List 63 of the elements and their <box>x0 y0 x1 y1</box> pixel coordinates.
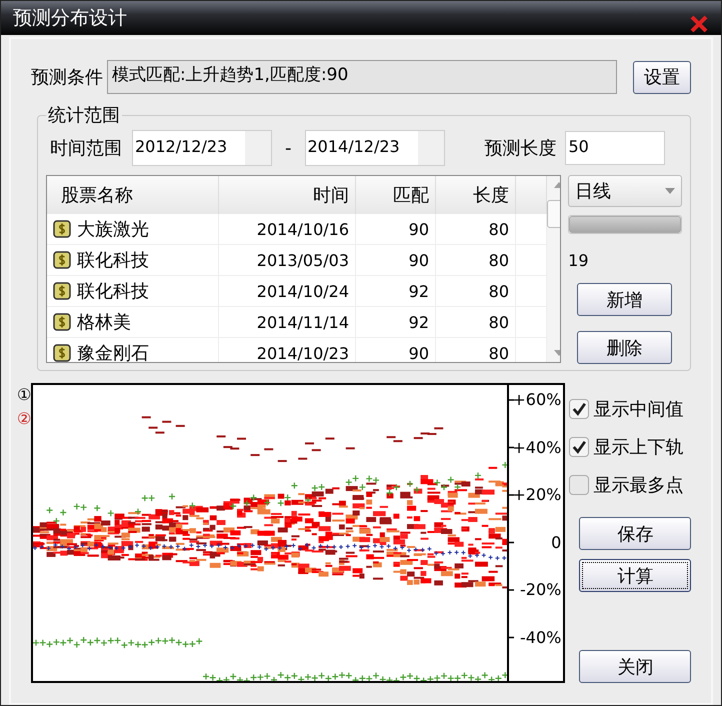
stock-name: 联化科技 <box>77 280 149 303</box>
table-cell: 2014/10/24 <box>219 276 356 306</box>
table-cell: 80 <box>436 276 516 306</box>
table-cell: 80 <box>436 307 516 337</box>
length-label: 预测长度 <box>484 137 556 160</box>
count-text: 19 <box>568 251 590 270</box>
period-dropdown[interactable]: 日线 <box>568 175 682 207</box>
delete-button[interactable]: 删除 <box>577 331 672 364</box>
checkbox-label: 显示上下轨 <box>593 436 684 459</box>
add-button[interactable]: 新增 <box>577 283 672 316</box>
stock-name: 联化科技 <box>77 249 149 272</box>
table-cell: 80 <box>436 245 516 275</box>
table-cell: 92 <box>356 307 436 337</box>
checkbox[interactable] <box>569 437 590 457</box>
save-button[interactable]: 保存 <box>579 517 692 550</box>
table-cell: 80 <box>436 338 516 362</box>
table-cell: 80 <box>436 214 516 244</box>
checkbox[interactable] <box>569 399 590 419</box>
table-cell: 2013/05/03 <box>219 245 356 275</box>
series-marker: ② <box>17 408 32 430</box>
checkbox[interactable] <box>569 475 590 495</box>
start-date-field[interactable]: 2012/12/23 <box>132 130 272 166</box>
stock-name: 格林美 <box>77 311 131 334</box>
end-date-field[interactable]: 2014/12/23 <box>304 130 444 166</box>
axis-label: +20% <box>512 485 562 504</box>
table-cell: 90 <box>356 245 436 275</box>
table-cell: 90 <box>356 214 436 244</box>
table-cell: 2014/10/23 <box>219 338 356 362</box>
axis-label: -20% <box>520 580 562 599</box>
checkbox-label: 显示中间值 <box>593 398 684 421</box>
group-title: 统计范围 <box>46 103 122 127</box>
dollar-icon <box>53 313 71 331</box>
axis-label: -40% <box>520 628 562 646</box>
column-header[interactable]: 股票名称 <box>47 176 219 214</box>
condition-field: 模式匹配:上升趋势1,匹配度:90 <box>107 60 617 94</box>
table-cell: 90 <box>356 338 436 362</box>
dollar-icon <box>53 282 71 300</box>
dollar-icon <box>53 344 71 362</box>
axis-label: +40% <box>512 438 562 456</box>
column-header[interactable]: 匹配 <box>356 176 436 214</box>
separator: - <box>285 138 292 158</box>
axis-label: 0 <box>551 532 562 552</box>
settings-button[interactable]: 设置 <box>633 60 691 94</box>
calculate-button[interactable]: 计算 <box>579 559 692 592</box>
dollar-icon <box>53 251 71 269</box>
table-cell: 2014/10/16 <box>219 214 356 244</box>
stock-name: 大族激光 <box>77 218 149 241</box>
close-icon[interactable] <box>689 14 709 34</box>
caret-icon <box>665 188 675 194</box>
column-header[interactable]: 时间 <box>219 176 356 214</box>
stock-name: 豫金刚石 <box>77 342 149 362</box>
dollar-icon <box>53 220 71 238</box>
window-title: 预测分布设计 <box>13 6 127 31</box>
table-cell: 2014/11/14 <box>219 307 356 337</box>
axis-label: +60% <box>512 390 562 409</box>
checkbox-label: 显示最多点 <box>593 474 684 497</box>
length-field[interactable]: 50 <box>564 131 664 165</box>
condition-label: 预测条件 <box>31 66 103 89</box>
series-marker: ① <box>17 384 32 406</box>
close-button[interactable]: 关闭 <box>579 650 692 683</box>
time-range-label: 时间范围 <box>50 137 122 160</box>
table-cell: 92 <box>356 276 436 306</box>
column-header[interactable]: 长度 <box>436 176 516 214</box>
